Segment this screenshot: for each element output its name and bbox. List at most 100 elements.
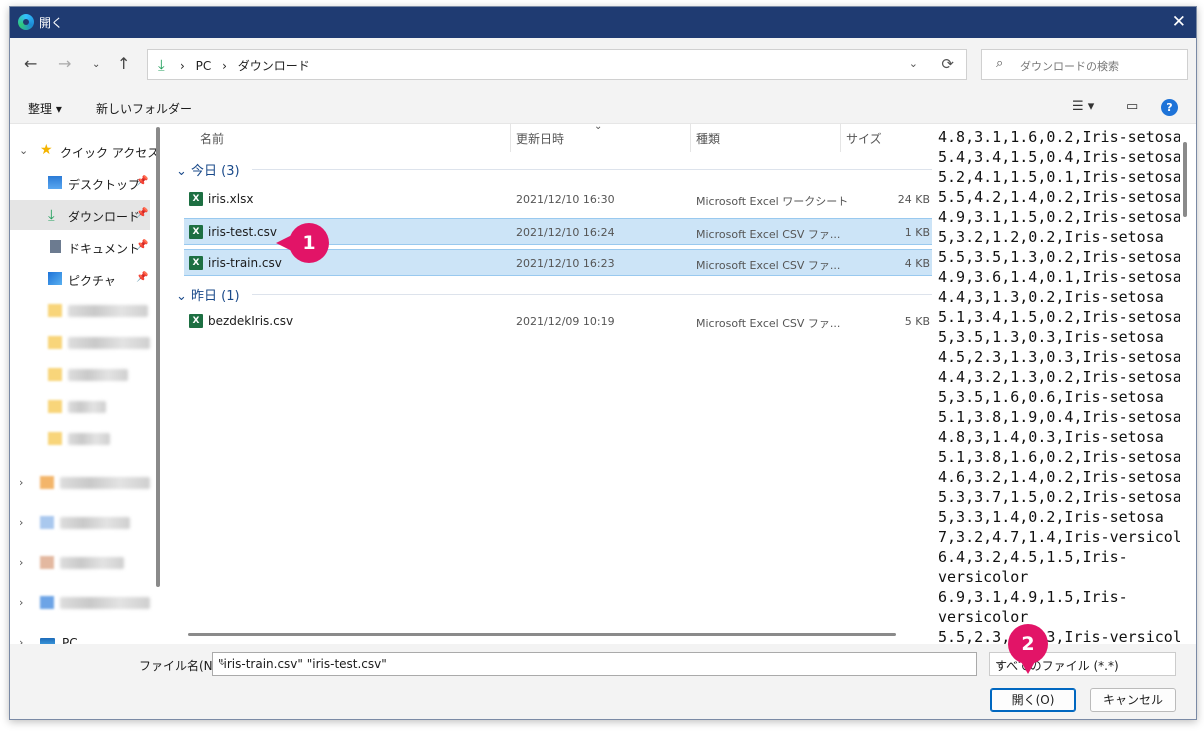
preview-line: 4.4,3,1.3,0.2,Iris-setosa [938, 288, 1164, 306]
sidebar-item-downloads[interactable]: ⤓ ダウンロード 📌 [10, 200, 150, 230]
sidebar-item-blurred-folder[interactable] [10, 296, 150, 326]
step-badge-2: 2 [1008, 624, 1048, 674]
preview-line: versicolor [938, 568, 1029, 586]
folder-icon [40, 476, 54, 489]
preview-pane-icon[interactable]: ▭ [1126, 99, 1138, 114]
collapse-chevron-icon: ⌄ [176, 289, 187, 304]
preview-line: 5,3.3,1.4,0.2,Iris-setosa [938, 508, 1164, 526]
up-arrow-icon[interactable]: ↑ [117, 54, 130, 73]
navigation-bar: ← → ⌄ ↑ ⤓ › PC › ダウンロード ⌄ ⟳ ⌕ ダウンロードの検索 [10, 38, 1196, 93]
breadcrumb-downloads[interactable]: ダウンロード [238, 59, 310, 73]
navigation-pane-scrollbar[interactable] [156, 127, 160, 587]
window-title: 開く [39, 16, 64, 30]
back-arrow-icon[interactable]: ← [24, 54, 37, 73]
preview-line: 5,3.2,1.2,0.2,Iris-setosa [938, 228, 1164, 246]
expand-chevron-icon[interactable]: › [19, 596, 23, 609]
address-bar[interactable]: ⤓ › PC › ダウンロード ⌄ ⟳ [147, 49, 967, 80]
sidebar-item-quick-access[interactable]: ⌄ ★ クイック アクセス [10, 136, 159, 166]
preview-line: 4.8,3.1,1.6,0.2,Iris-setosa [938, 128, 1180, 146]
command-bar: 整理 ▾ 新しいフォルダー ☰ ▾ ▭ ? [10, 93, 1196, 124]
group-header-today[interactable]: ⌄ 今日 (3) [176, 160, 932, 179]
search-icon: ⌕ [996, 56, 1004, 71]
preview-line: 5.4,3.4,1.5,0.4,Iris-setosa [938, 148, 1180, 166]
preview-line: 5.2,4.1,1.5,0.1,Iris-setosa [938, 168, 1180, 186]
column-divider[interactable] [510, 124, 511, 152]
file-type: Microsoft Excel CSV ファ... [696, 259, 841, 272]
folder-icon [48, 336, 62, 349]
file-list-horizontal-scrollbar[interactable] [188, 633, 896, 636]
pin-icon: 📌 [136, 208, 149, 219]
filename-input[interactable]: "iris-train.csv" "iris-test.csv" ⌄ [212, 652, 977, 676]
pin-icon: 📌 [136, 176, 149, 187]
column-header-name[interactable]: 名前 [200, 130, 224, 147]
cancel-button[interactable]: キャンセル [1090, 688, 1176, 712]
blurred-label [68, 401, 106, 413]
group-label: 今日 (3) [191, 164, 240, 179]
sidebar-item-pictures[interactable]: ピクチャ 📌 [10, 264, 150, 294]
file-name: bezdekIris.csv [208, 314, 294, 328]
preview-line: 4.5,2.3,1.3,0.3,Iris-setosa [938, 348, 1180, 366]
download-icon: ⤓ [48, 206, 55, 224]
sidebar-item-blurred-group[interactable]: › [10, 588, 150, 618]
excel-file-icon: X [189, 192, 203, 206]
sidebar-item-blurred-folder[interactable] [10, 392, 150, 422]
file-size: 5 KB [904, 315, 930, 328]
folder-icon [48, 432, 62, 445]
refresh-icon[interactable]: ⟳ [941, 55, 954, 73]
title-bar: 開く ✕ [10, 7, 1196, 38]
preview-line: 5.5,4.2,1.4,0.2,Iris-setosa [938, 188, 1180, 206]
open-button[interactable]: 開く(O) [990, 688, 1076, 712]
column-header-size[interactable]: サイズ [846, 130, 882, 147]
preview-line: 5.5,3.5,1.3,0.2,Iris-setosa [938, 248, 1180, 266]
sidebar-item-blurred-folder[interactable] [10, 424, 150, 454]
expand-chevron-icon[interactable]: › [19, 556, 23, 569]
sidebar-item-blurred-group[interactable]: › [10, 548, 150, 578]
blurred-label [68, 433, 110, 445]
sidebar-item-blurred-folder[interactable] [10, 360, 150, 390]
expand-chevron-icon[interactable]: › [19, 476, 23, 489]
column-header-type[interactable]: 種類 [696, 130, 720, 147]
pin-icon: 📌 [136, 240, 149, 251]
search-box[interactable]: ⌕ ダウンロードの検索 [981, 49, 1188, 80]
file-row[interactable]: X iris.xlsx 2021/12/10 16:30 Microsoft E… [184, 186, 932, 213]
preview-line: versicolor [938, 608, 1029, 626]
file-name: iris-test.csv [208, 225, 277, 239]
folder-icon [40, 556, 54, 569]
navigation-pane: ⌄ ★ クイック アクセス デスクトップ 📌 ⤓ ダウンロード 📌 ドキュメント… [10, 124, 164, 650]
sidebar-item-desktop[interactable]: デスクトップ 📌 [10, 168, 150, 198]
close-icon[interactable]: ✕ [1172, 12, 1186, 32]
filename-label: ファイル名(N): [139, 659, 222, 673]
file-row[interactable]: X bezdekIris.csv 2021/12/09 10:19 Micros… [184, 308, 932, 335]
help-icon[interactable]: ? [1161, 99, 1178, 116]
file-date: 2021/12/10 16:24 [516, 226, 615, 239]
cloud-icon [40, 596, 54, 609]
organize-menu-button[interactable]: 整理 ▾ [28, 100, 62, 117]
desktop-icon [48, 176, 62, 189]
address-dropdown-icon[interactable]: ⌄ [909, 57, 918, 70]
new-folder-button[interactable]: 新しいフォルダー [96, 100, 192, 117]
sidebar-item-documents[interactable]: ドキュメント 📌 [10, 232, 150, 262]
folder-icon [48, 304, 62, 317]
recent-locations-chevron-icon[interactable]: ⌄ [92, 59, 100, 70]
sidebar-item-blurred-group[interactable]: › [10, 468, 150, 498]
forward-arrow-icon[interactable]: → [58, 54, 71, 73]
breadcrumb-pc[interactable]: PC [196, 59, 212, 73]
expand-chevron-icon[interactable]: › [19, 516, 23, 529]
sidebar-item-blurred-group[interactable]: › [10, 508, 150, 538]
column-header-date[interactable]: 更新日時 [516, 130, 564, 147]
blurred-label [68, 337, 150, 349]
excel-csv-file-icon: X [189, 225, 203, 239]
file-name: iris.xlsx [208, 192, 254, 206]
expand-chevron-icon[interactable]: ⌄ [19, 144, 28, 157]
sidebar-item-blurred-folder[interactable] [10, 328, 150, 358]
filename-dropdown-icon[interactable]: ⌄ [218, 657, 971, 668]
view-options-icon[interactable]: ☰ ▾ [1072, 99, 1094, 114]
sidebar-item-label: ピクチャ [68, 274, 116, 288]
column-divider[interactable] [690, 124, 691, 152]
group-header-yesterday[interactable]: ⌄ 昨日 (1) [176, 285, 932, 304]
preview-line: 5,3.5,1.6,0.6,Iris-setosa [938, 388, 1164, 406]
folder-icon [48, 368, 62, 381]
column-divider[interactable] [840, 124, 841, 152]
preview-pane-scrollbar[interactable] [1183, 142, 1187, 217]
group-divider [252, 169, 932, 170]
